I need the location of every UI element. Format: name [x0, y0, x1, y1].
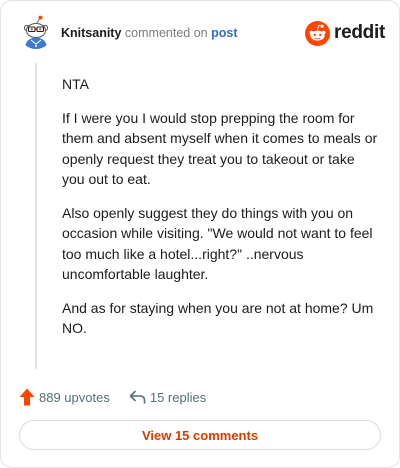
comment-paragraph: NTA — [62, 76, 89, 92]
comment-paragraph: Also openly suggest they do things with … — [62, 204, 373, 283]
reply-arrow-icon — [129, 390, 146, 404]
snoo-avatar-icon[interactable] — [19, 15, 53, 49]
commented-on-label: commented on — [124, 26, 208, 40]
comment-meta: Knitsanity commented on post — [61, 26, 237, 40]
reddit-wordmark: reddit — [334, 22, 385, 43]
comment-header: Knitsanity commented on post reddit — [19, 15, 385, 53]
comment-paragraph: And as for staying when you are not at h… — [62, 299, 374, 337]
comment-actions: 889 upvotes 15 replies — [19, 387, 206, 407]
reddit-logo-icon — [305, 20, 331, 46]
thread-line[interactable] — [35, 63, 37, 369]
username-link[interactable]: Knitsanity — [61, 26, 121, 40]
comment-paragraph: If I were you I would stop prepping the … — [62, 109, 378, 188]
reply-count: 15 replies — [149, 389, 207, 405]
post-link[interactable]: post — [211, 26, 237, 40]
comment-card: Knitsanity commented on post reddit NTA … — [0, 0, 400, 468]
reply-button[interactable]: 15 replies — [129, 390, 206, 405]
view-comments-button[interactable]: View 15 comments — [19, 420, 381, 450]
reddit-brand[interactable]: reddit — [305, 20, 385, 46]
upvote-arrow-icon[interactable] — [19, 388, 35, 406]
comment-body: NTA If I were you I would stop prepping … — [62, 74, 380, 352]
upvote-count: 889 upvotes — [39, 389, 110, 405]
